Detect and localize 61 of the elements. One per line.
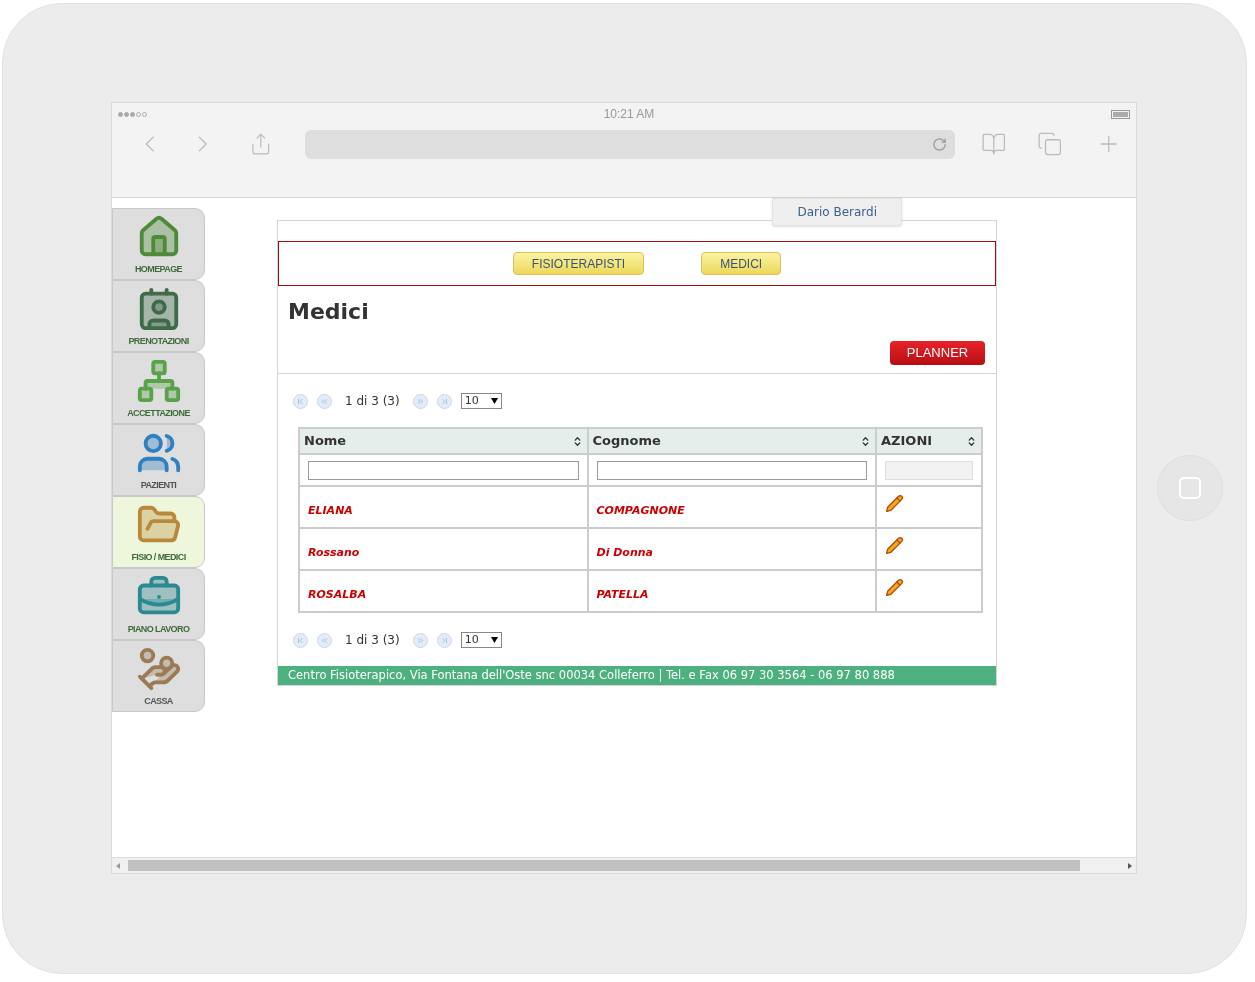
page-size-select[interactable]: 10 xyxy=(460,632,502,648)
bookmarks-icon[interactable] xyxy=(981,131,1007,157)
sort-icon[interactable] xyxy=(860,435,871,447)
status-time: 10:21 AM xyxy=(603,106,655,123)
double-chevron-right-icon xyxy=(415,635,425,645)
sidebar-item[interactable]: CASSA xyxy=(112,640,205,712)
battery-icon xyxy=(1111,109,1130,119)
skip-end-icon xyxy=(439,635,449,645)
skip-start-icon xyxy=(296,396,305,406)
filter-field[interactable] xyxy=(596,460,867,480)
last-page-button[interactable] xyxy=(436,393,452,409)
previous-page-button[interactable] xyxy=(317,632,332,648)
first-page-button[interactable] xyxy=(293,393,308,409)
page-info: 1 di 3 (3) xyxy=(344,632,401,649)
column-header[interactable]: Cognome xyxy=(587,428,876,454)
sort-icon[interactable] xyxy=(966,435,977,447)
sidebar-item[interactable]: FISIO / MEDICI xyxy=(112,496,205,568)
table-cell: ELIANA xyxy=(308,504,353,517)
hierarchy-icon xyxy=(135,357,182,404)
next-page-button[interactable] xyxy=(412,393,428,409)
sidebar-item[interactable]: PIANO LAVORO xyxy=(112,568,205,640)
filter-field[interactable] xyxy=(308,460,579,480)
previous-page-button[interactable] xyxy=(317,393,332,409)
edit-icon[interactable] xyxy=(885,536,904,555)
page-size-select[interactable]: 10 xyxy=(460,393,502,409)
scrollbar-thumb[interactable] xyxy=(128,860,1080,871)
tab[interactable]: MEDICI xyxy=(701,252,782,275)
skip-start-icon xyxy=(296,635,305,645)
table-cell: PATELLA xyxy=(596,588,649,601)
scroll-left-icon[interactable] xyxy=(116,862,120,869)
sidebar-item[interactable]: ACCETTAZIONE xyxy=(112,352,205,424)
table-cell: Di Donna xyxy=(596,546,653,559)
column-header[interactable]: AZIONI xyxy=(876,428,982,454)
page-title: Medici xyxy=(287,298,370,326)
dropdown-arrow-icon xyxy=(490,637,498,643)
sidebar-item[interactable]: HOMEPAGE xyxy=(112,208,205,280)
table-cell: COMPAGNONE xyxy=(596,504,685,517)
footer-text: Centro Fisioterapico, Via Fontana dell'Oste snc 00034 Colleferro | Tel. e Fax 06 97 30 3564 - 06 97 80 888 xyxy=(288,666,895,684)
edit-icon[interactable] xyxy=(885,578,904,597)
next-page-button[interactable] xyxy=(412,632,428,648)
planner-button[interactable]: PLANNER xyxy=(890,341,985,365)
last-page-button[interactable] xyxy=(436,632,452,648)
first-page-button[interactable] xyxy=(293,632,308,648)
sidebar-item[interactable]: PRENOTAZIONI xyxy=(112,280,205,352)
reload-icon[interactable] xyxy=(932,136,948,152)
scroll-right-icon[interactable] xyxy=(1128,862,1132,869)
address-bar[interactable] xyxy=(304,129,956,159)
page-info: 1 di 3 (3) xyxy=(344,393,401,410)
table-cell: ROSALBA xyxy=(308,588,367,601)
table-cell: Rossano xyxy=(308,546,360,559)
tabs-icon[interactable] xyxy=(1036,131,1063,157)
user-menu[interactable]: Dario Berardi xyxy=(772,198,902,226)
sidebar-item[interactable]: PAZIENTI xyxy=(112,424,205,496)
double-chevron-left-icon xyxy=(320,396,329,406)
dropdown-arrow-icon xyxy=(490,398,498,404)
tab[interactable]: FISIOTERAPISTI xyxy=(512,252,645,275)
column-header[interactable]: Nome xyxy=(299,428,588,454)
skip-end-icon xyxy=(439,396,449,406)
edit-icon[interactable] xyxy=(885,494,904,513)
double-chevron-left-icon xyxy=(320,635,329,645)
double-chevron-right-icon xyxy=(415,396,425,406)
